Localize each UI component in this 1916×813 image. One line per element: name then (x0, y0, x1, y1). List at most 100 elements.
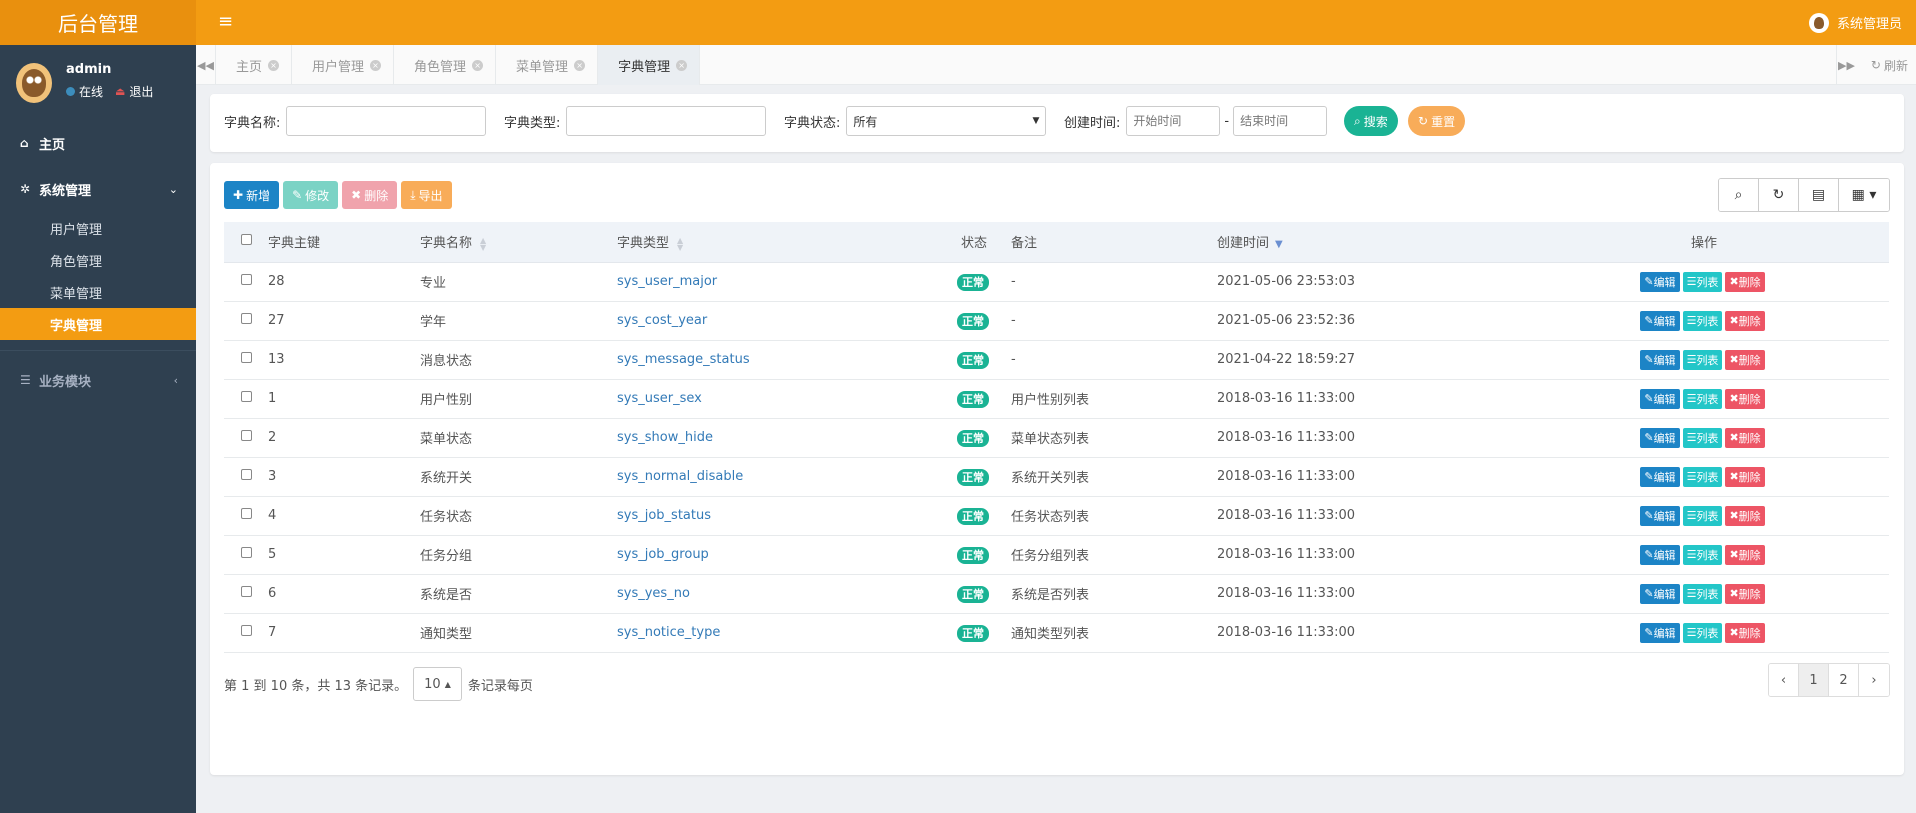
dict-type-link[interactable]: sys_job_group (617, 547, 709, 562)
row-list-button[interactable]: ☰ 列表 (1682, 349, 1723, 370)
sidebar-item-roles[interactable]: 角色管理 (0, 244, 196, 276)
close-icon[interactable]: × (472, 59, 484, 71)
row-delete-button[interactable]: ✖ 删除 (1725, 505, 1765, 526)
row-edit-button[interactable]: ✎ 编辑 (1640, 388, 1680, 409)
toggle-search-button[interactable]: ⌕ (1719, 179, 1759, 211)
dict-type-link[interactable]: sys_notice_type (617, 625, 720, 640)
start-time-input[interactable] (1126, 106, 1221, 136)
row-checkbox[interactable] (240, 274, 252, 285)
col-dict-type[interactable]: 字典类型 ▲ ▼ (617, 222, 947, 263)
row-list-button[interactable]: ☰ 列表 (1682, 271, 1723, 292)
export-button[interactable]: ⤓ 导出 (401, 181, 452, 209)
tab-home[interactable]: 主页 × (216, 45, 293, 85)
sidebar-item-dicts[interactable]: 字典管理 (0, 308, 196, 340)
sidebar-item-system[interactable]: ✲ 系统管理 ⌄ (0, 166, 196, 212)
page-2-button[interactable]: 2 (1829, 664, 1859, 696)
row-checkbox[interactable] (240, 547, 252, 558)
row-list-button[interactable]: ☰ 列表 (1682, 505, 1723, 526)
dict-name-input[interactable] (286, 106, 487, 136)
sidebar-item-home[interactable]: ⌂ 主页 (0, 120, 196, 166)
prev-page-button[interactable]: ‹ (1769, 664, 1799, 696)
table-row[interactable]: 1 用户性别 sys_user_sex 正常 用户性别列表 2018-03-16 11:3… (224, 379, 1889, 419)
row-delete-button[interactable]: ✖ 删除 (1725, 310, 1765, 331)
table-row[interactable]: 3 系统开关 sys_normal_disable 正常 系统开关列表 2018-03-1… (224, 457, 1889, 497)
table-row[interactable]: 6 系统是否 sys_yes_no 正常 系统是否列表 2018-03-16 11:33:… (224, 574, 1889, 614)
row-list-button[interactable]: ☰ 列表 (1682, 310, 1723, 331)
row-checkbox[interactable] (240, 508, 252, 519)
row-delete-button[interactable]: ✖ 删除 (1725, 622, 1765, 643)
refresh-table-button[interactable]: ↻ (1759, 179, 1799, 211)
row-list-button[interactable]: ☰ 列表 (1682, 622, 1723, 643)
sidebar-item-business[interactable]: ☰ 业务模块 ‹ (0, 357, 196, 403)
row-delete-button[interactable]: ✖ 删除 (1725, 427, 1765, 448)
col-dict-id[interactable]: 字典主键 (268, 222, 420, 263)
dict-type-link[interactable]: sys_yes_no (617, 586, 690, 601)
dict-type-link[interactable]: sys_user_major (617, 274, 717, 289)
tab-roles[interactable]: 角色管理 × (394, 45, 497, 85)
row-checkbox[interactable] (240, 391, 252, 402)
toggle-view-button[interactable]: ▤ (1799, 179, 1839, 211)
row-list-button[interactable]: ☰ 列表 (1682, 583, 1723, 604)
refresh-button[interactable]: ↻ 刷新 (1871, 45, 1908, 85)
row-checkbox[interactable] (240, 313, 252, 324)
row-edit-button[interactable]: ✎ 编辑 (1640, 271, 1680, 292)
dict-type-link[interactable]: sys_user_sex (617, 391, 702, 406)
dict-type-link[interactable]: sys_cost_year (617, 313, 707, 328)
columns-button[interactable]: ▦ ▾ (1839, 179, 1889, 211)
close-icon[interactable]: × (574, 59, 586, 71)
dict-type-link[interactable]: sys_message_status (617, 352, 750, 367)
search-button[interactable]: ⌕ 搜索 (1344, 106, 1398, 136)
row-edit-button[interactable]: ✎ 编辑 (1640, 622, 1680, 643)
table-row[interactable]: 4 任务状态 sys_job_status 正常 任务状态列表 2018-03-16 11… (224, 496, 1889, 536)
row-delete-button[interactable]: ✖ 删除 (1725, 466, 1765, 487)
row-edit-button[interactable]: ✎ 编辑 (1640, 583, 1680, 604)
sidebar-item-users[interactable]: 用户管理 (0, 212, 196, 244)
reset-button[interactable]: ↻ 重置 (1408, 106, 1466, 136)
page-1-button[interactable]: 1 (1799, 664, 1829, 696)
row-edit-button[interactable]: ✎ 编辑 (1640, 505, 1680, 526)
tab-users[interactable]: 用户管理 × (292, 45, 395, 85)
row-edit-button[interactable]: ✎ 编辑 (1640, 544, 1680, 565)
close-icon[interactable]: × (370, 59, 382, 71)
row-delete-button[interactable]: ✖ 删除 (1725, 271, 1765, 292)
select-all-checkbox[interactable] (240, 234, 252, 246)
row-delete-button[interactable]: ✖ 删除 (1725, 349, 1765, 370)
row-delete-button[interactable]: ✖ 删除 (1725, 544, 1765, 565)
table-row[interactable]: 5 任务分组 sys_job_group 正常 任务分组列表 2018-03-16 11:… (224, 535, 1889, 575)
row-delete-button[interactable]: ✖ 删除 (1725, 583, 1765, 604)
row-edit-button[interactable]: ✎ 编辑 (1640, 349, 1680, 370)
logout-icon[interactable]: ⏏ (115, 85, 125, 98)
end-time-input[interactable] (1233, 106, 1328, 136)
dict-type-link[interactable]: sys_show_hide (617, 430, 713, 445)
dict-status-select[interactable]: 所有 ▼ (846, 106, 1047, 136)
row-list-button[interactable]: ☰ 列表 (1682, 466, 1723, 487)
tabs-scroll-right-icon[interactable]: ▶▶ (1836, 45, 1856, 85)
table-row[interactable]: 27 学年 sys_cost_year 正常 -2021-05-06 23:52:36 ✎… (224, 301, 1889, 341)
dict-type-link[interactable]: sys_normal_disable (617, 469, 743, 484)
top-user-menu[interactable]: 系统管理员 (1808, 0, 1902, 45)
tabs-scroll-left-icon[interactable]: ◀◀ (196, 45, 216, 85)
row-list-button[interactable]: ☰ 列表 (1682, 427, 1723, 448)
tab-menus[interactable]: 菜单管理 × (496, 45, 599, 85)
table-row[interactable]: 2 菜单状态 sys_show_hide 正常 菜单状态列表 2018-03-16 11:… (224, 418, 1889, 458)
page-size-select[interactable]: 10 ▲ (413, 667, 462, 701)
col-dict-name[interactable]: 字典名称 ▲ ▼ (420, 222, 617, 263)
row-edit-button[interactable]: ✎ 编辑 (1640, 310, 1680, 331)
row-list-button[interactable]: ☰ 列表 (1682, 544, 1723, 565)
dict-type-input[interactable] (566, 106, 767, 136)
delete-button[interactable]: ✖ 删除 (342, 181, 398, 209)
row-delete-button[interactable]: ✖ 删除 (1725, 388, 1765, 409)
row-checkbox[interactable] (240, 430, 252, 441)
close-icon[interactable]: × (676, 59, 688, 71)
row-list-button[interactable]: ☰ 列表 (1682, 388, 1723, 409)
add-button[interactable]: ✚ 新增 (224, 181, 280, 209)
row-edit-button[interactable]: ✎ 编辑 (1640, 427, 1680, 448)
hamburger-icon[interactable]: ≡ (218, 11, 240, 33)
dict-type-link[interactable]: sys_job_status (617, 508, 711, 523)
next-page-button[interactable]: › (1859, 664, 1889, 696)
close-icon[interactable]: × (268, 59, 280, 71)
table-row[interactable]: 13 消息状态 sys_message_status 正常 -2021-04-22 18… (224, 340, 1889, 380)
row-edit-button[interactable]: ✎ 编辑 (1640, 466, 1680, 487)
logout-link[interactable]: 退出 (129, 83, 153, 100)
row-checkbox[interactable] (240, 352, 252, 363)
